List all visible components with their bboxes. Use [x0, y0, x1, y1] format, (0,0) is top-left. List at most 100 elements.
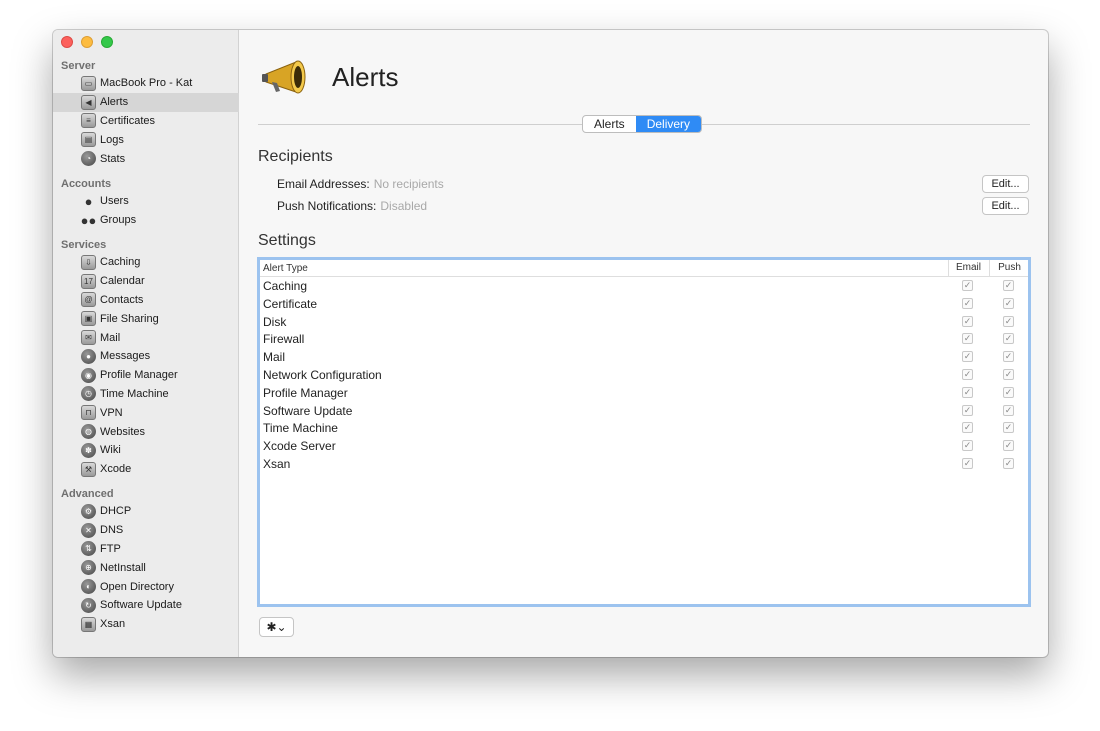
sidebar-item-label: Profile Manager: [100, 369, 178, 382]
websites-icon: ◍: [81, 424, 96, 440]
sidebar-item-label: Users: [100, 195, 129, 208]
email-checkbox[interactable]: ✓: [962, 368, 973, 380]
email-checkbox[interactable]: ✓: [962, 422, 973, 434]
sidebar-item-profile-manager[interactable]: ◉ Profile Manager: [53, 366, 239, 385]
email-checkbox[interactable]: ✓: [962, 457, 973, 469]
sidebar-section-server: Server ▭ MacBook Pro - Kat ◀ Alerts ≡ Certific…: [53, 58, 239, 168]
email-checkbox[interactable]: ✓: [962, 386, 973, 398]
table-row[interactable]: Software Update ✓ ✓: [260, 402, 1028, 420]
sidebar-item-label: DNS: [100, 524, 124, 537]
push-checkbox[interactable]: ✓: [1003, 351, 1014, 363]
sidebar-section-header: Accounts: [61, 178, 112, 190]
sidebar-item-caching[interactable]: ⇩ Caching: [53, 253, 239, 272]
sidebar-item-xsan[interactable]: ▦ Xsan: [53, 615, 239, 634]
sidebar-item-label: NetInstall: [100, 561, 146, 574]
alert-type-name: Caching: [263, 279, 308, 293]
email-checkbox[interactable]: ✓: [962, 404, 973, 416]
table-row[interactable]: Network Configuration ✓ ✓: [260, 366, 1028, 384]
tab-delivery[interactable]: Delivery: [635, 116, 702, 132]
sidebar-item-groups[interactable]: ●● Groups: [53, 211, 239, 230]
push-checkbox[interactable]: ✓: [1003, 386, 1014, 398]
alert-settings-table[interactable]: Alert Type Email Push Caching ✓ ✓ Certifica…: [257, 257, 1031, 607]
sidebar-item-label: Time Machine: [100, 387, 169, 400]
table-row[interactable]: Mail ✓ ✓: [260, 348, 1028, 366]
sidebar-section-advanced: Advanced ⚙ DHCP ✕ DNS ⇅ FTP ⊕ NetInstall ◐ Open Di…: [53, 486, 239, 634]
sidebar-item-users[interactable]: ● Users: [53, 192, 239, 211]
open-directory-icon: ◐: [81, 579, 96, 595]
push-checkbox[interactable]: ✓: [1003, 457, 1014, 469]
sidebar-item-calendar[interactable]: 17 Calendar: [53, 272, 239, 291]
column-header-push[interactable]: Push: [989, 260, 1029, 276]
email-checkbox[interactable]: ✓: [962, 351, 973, 363]
push-checkbox[interactable]: ✓: [1003, 315, 1014, 327]
email-checkbox[interactable]: ✓: [962, 440, 973, 452]
push-checkbox[interactable]: ✓: [1003, 297, 1014, 309]
wiki-icon: ✽: [81, 442, 96, 458]
table-row[interactable]: Xsan ✓ ✓: [260, 455, 1028, 473]
alert-type-name: Profile Manager: [263, 385, 348, 400]
sidebar-item-macbook-pro-kat[interactable]: ▭ MacBook Pro - Kat: [53, 74, 239, 93]
sidebar-item-stats[interactable]: ◔ Stats: [53, 149, 239, 168]
main-pane: Alerts Alerts Delivery Recipients Email …: [240, 30, 1048, 657]
sidebar-item-ftp[interactable]: ⇅ FTP: [53, 540, 239, 559]
gear-action-menu-button[interactable]: ✱⌄: [259, 617, 294, 637]
sidebar-section-accounts: Accounts ● Users ●● Groups: [53, 176, 239, 230]
zoom-window-button[interactable]: [101, 36, 113, 48]
table-row[interactable]: Caching ✓ ✓: [260, 277, 1028, 295]
sidebar-item-vpn[interactable]: ⊓ VPN: [53, 403, 239, 422]
sidebar-item-contacts[interactable]: @ Contacts: [53, 291, 239, 310]
push-notifications-label: Push Notifications:: [277, 199, 377, 213]
sidebar-item-netinstall[interactable]: ⊕ NetInstall: [53, 558, 239, 577]
sidebar: Server ▭ MacBook Pro - Kat ◀ Alerts ≡ Certific…: [53, 30, 239, 657]
push-checkbox[interactable]: ✓: [1003, 422, 1014, 434]
push-checkbox[interactable]: ✓: [1003, 368, 1014, 380]
tab-segmented-control: Alerts Delivery: [582, 115, 703, 133]
close-window-button[interactable]: [61, 36, 73, 48]
stats-icon: ◔: [81, 151, 96, 167]
software-update-icon: ↻: [81, 597, 96, 613]
push-checkbox[interactable]: ✓: [1003, 280, 1014, 291]
sidebar-item-messages[interactable]: ● Messages: [53, 347, 239, 366]
push-checkbox[interactable]: ✓: [1003, 333, 1014, 345]
push-checkbox[interactable]: ✓: [1003, 404, 1014, 416]
table-row[interactable]: Disk ✓ ✓: [260, 313, 1028, 331]
push-checkbox[interactable]: ✓: [1003, 440, 1014, 452]
sidebar-item-websites[interactable]: ◍ Websites: [53, 422, 239, 441]
table-row[interactable]: Profile Manager ✓ ✓: [260, 384, 1028, 402]
minimize-window-button[interactable]: [81, 36, 93, 48]
sidebar-section-services: Services ⇩ Caching 17 Calendar @ Contacts ▣ File…: [53, 237, 239, 479]
sidebar-item-label: Groups: [100, 214, 137, 227]
push-notifications-value: Disabled: [380, 199, 428, 213]
sidebar-item-mail[interactable]: ✉ Mail: [53, 328, 239, 347]
megaphone-icon: [262, 60, 306, 94]
table-row[interactable]: Time Machine ✓ ✓: [260, 419, 1028, 437]
email-checkbox[interactable]: ✓: [962, 333, 973, 345]
alert-type-name: Certificate: [263, 296, 318, 311]
column-header-email[interactable]: Email: [948, 260, 988, 276]
edit-email-button[interactable]: Edit...: [982, 175, 1029, 193]
email-checkbox[interactable]: ✓: [962, 280, 973, 291]
table-row[interactable]: Certificate ✓ ✓: [260, 295, 1028, 313]
sidebar-item-wiki[interactable]: ✽ Wiki: [53, 441, 239, 460]
tab-alerts[interactable]: Alerts: [583, 116, 636, 132]
table-row[interactable]: Firewall ✓ ✓: [260, 330, 1028, 348]
sidebar-item-xcode[interactable]: ⚒ Xcode: [53, 460, 239, 479]
sidebar-item-software-update[interactable]: ↻ Software Update: [53, 596, 239, 615]
sidebar-item-file-sharing[interactable]: ▣ File Sharing: [53, 309, 239, 328]
sidebar-item-certificates[interactable]: ≡ Certificates: [53, 112, 239, 131]
mail-icon: ✉: [81, 330, 96, 346]
edit-push-button[interactable]: Edit...: [982, 197, 1029, 215]
sidebar-item-open-directory[interactable]: ◐ Open Directory: [53, 577, 239, 596]
email-checkbox[interactable]: ✓: [962, 315, 973, 327]
alert-type-name: Xsan: [263, 456, 291, 471]
sidebar-item-dhcp[interactable]: ⚙ DHCP: [53, 502, 239, 521]
sidebar-item-dns[interactable]: ✕ DNS: [53, 521, 239, 540]
table-row[interactable]: Xcode Server ✓ ✓: [260, 437, 1028, 455]
dhcp-icon: ⚙: [81, 503, 96, 519]
sidebar-item-label: Caching: [100, 256, 141, 269]
sidebar-item-logs[interactable]: ▤ Logs: [53, 130, 239, 149]
column-header-alert-type[interactable]: Alert Type: [263, 263, 308, 274]
sidebar-item-alerts[interactable]: ◀ Alerts: [53, 92, 239, 112]
email-checkbox[interactable]: ✓: [962, 297, 973, 309]
sidebar-item-time-machine[interactable]: ◷ Time Machine: [53, 385, 239, 404]
